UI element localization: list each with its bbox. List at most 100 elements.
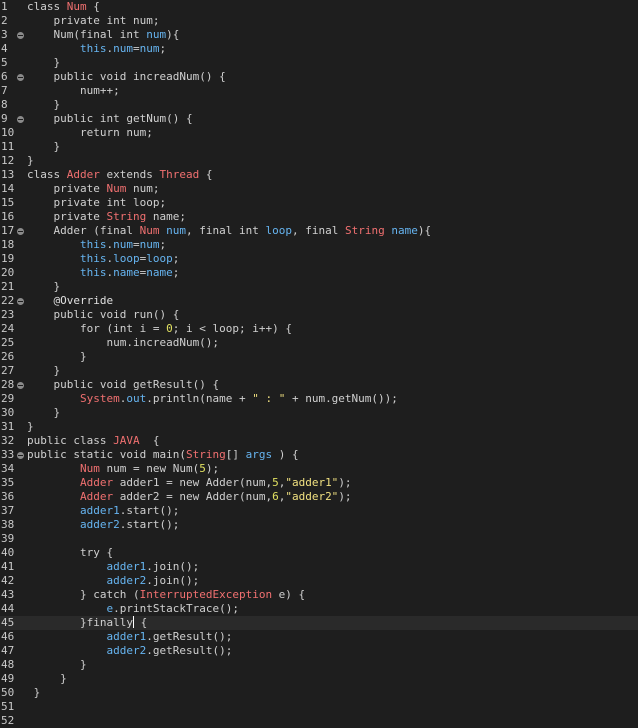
code-line[interactable]: 47 adder2.getResult(); bbox=[0, 644, 638, 658]
code-line[interactable]: 24 for (int i = 0; i < loop; i++) { bbox=[0, 322, 638, 336]
code-token: num++; bbox=[27, 84, 120, 97]
code-line[interactable]: 40 try { bbox=[0, 546, 638, 560]
code-text: num++; bbox=[27, 84, 120, 98]
fold-collapse-icon[interactable] bbox=[17, 74, 24, 81]
code-text: adder2.start(); bbox=[27, 518, 179, 532]
code-line[interactable]: 41 adder1.join(); bbox=[0, 560, 638, 574]
code-line[interactable]: 11 } bbox=[0, 140, 638, 154]
line-number: 19 bbox=[1, 252, 15, 265]
fold-collapse-icon[interactable] bbox=[17, 228, 24, 235]
code-line[interactable]: 39 bbox=[0, 532, 638, 546]
code-line[interactable]: 50 } bbox=[0, 686, 638, 700]
code-line[interactable]: 32 public class JAVA { bbox=[0, 434, 638, 448]
code-line[interactable]: 34 Num num = new Num(5); bbox=[0, 462, 638, 476]
code-line[interactable]: 4 this.num=num; bbox=[0, 42, 638, 56]
code-token: String bbox=[344, 224, 385, 237]
fold-collapse-icon[interactable] bbox=[17, 116, 24, 123]
code-text: private int loop; bbox=[27, 196, 167, 210]
line-gutter: 2 bbox=[0, 14, 26, 28]
code-line[interactable]: 46 adder1.getResult(); bbox=[0, 630, 638, 644]
code-line[interactable]: 20 this.name=name; bbox=[0, 266, 638, 280]
fold-collapse-icon[interactable] bbox=[17, 382, 24, 389]
code-line[interactable]: 19 this.loop=loop; bbox=[0, 252, 638, 266]
code-line[interactable]: 1 class Num { bbox=[0, 0, 638, 14]
code-line[interactable]: 3 Num(final int num){ bbox=[0, 28, 638, 42]
code-line[interactable]: 52 bbox=[0, 714, 638, 728]
code-line[interactable]: 12} bbox=[0, 154, 638, 168]
code-line[interactable]: 31} bbox=[0, 420, 638, 434]
fold-collapse-icon[interactable] bbox=[17, 32, 24, 39]
code-line[interactable]: 17 Adder (final Num num, final int loop,… bbox=[0, 224, 638, 238]
code-token: Num bbox=[79, 462, 100, 475]
code-editor[interactable]: 1 class Num {2 private int num; 3 Num(fina… bbox=[0, 0, 638, 728]
code-token: .join(); bbox=[146, 574, 200, 587]
code-line[interactable]: 7 num++; bbox=[0, 84, 638, 98]
code-line[interactable]: 5 } bbox=[0, 56, 638, 70]
line-gutter: 4 bbox=[0, 42, 26, 56]
code-line[interactable]: 29 System.out.println(name + " : " + num… bbox=[0, 392, 638, 406]
line-number: 38 bbox=[1, 518, 15, 531]
code-token: ; bbox=[172, 266, 180, 279]
code-line[interactable]: 36 Adder adder2 = new Adder(num,6,"adder… bbox=[0, 490, 638, 504]
code-line[interactable]: 26 } bbox=[0, 350, 638, 364]
line-gutter: 6 bbox=[0, 70, 26, 84]
code-line[interactable]: 33 public static void main(String[] args … bbox=[0, 448, 638, 462]
code-line[interactable]: 6 public void increadNum() { bbox=[0, 70, 638, 84]
code-text: class Num { bbox=[27, 0, 100, 14]
code-line[interactable]: 48 } bbox=[0, 658, 638, 672]
code-line[interactable]: 49 } bbox=[0, 672, 638, 686]
code-text: } bbox=[27, 658, 87, 672]
code-token: return bbox=[79, 126, 127, 139]
code-line[interactable]: 16 private String name; bbox=[0, 210, 638, 224]
line-number: 31 bbox=[1, 420, 15, 433]
code-token: adder1 = bbox=[113, 476, 180, 489]
line-number: 51 bbox=[1, 700, 15, 713]
code-line[interactable]: 22 @Override bbox=[0, 294, 638, 308]
code-token: [] bbox=[225, 448, 246, 461]
code-line[interactable]: 30 } bbox=[0, 406, 638, 420]
code-line[interactable]: 37 adder1.start(); bbox=[0, 504, 638, 518]
line-gutter: 26 bbox=[0, 350, 26, 364]
fold-collapse-icon[interactable] bbox=[17, 452, 24, 459]
code-line[interactable]: 44 e.printStackTrace(); bbox=[0, 602, 638, 616]
code-token: new bbox=[179, 490, 206, 503]
code-line[interactable]: 18 this.num=num; bbox=[0, 238, 638, 252]
code-line[interactable]: 35 Adder adder1 = new Adder(num,5,"adder… bbox=[0, 476, 638, 490]
line-gutter: 35 bbox=[0, 476, 26, 490]
code-text: System.out.println(name + " : " + num.ge… bbox=[27, 392, 398, 406]
code-token: main( bbox=[152, 448, 186, 461]
code-line[interactable]: 43 } catch (InterruptedException e) { bbox=[0, 588, 638, 602]
code-line[interactable]: 14 private Num num; bbox=[0, 182, 638, 196]
code-line[interactable]: 8 } bbox=[0, 98, 638, 112]
code-line[interactable]: 10 return num; bbox=[0, 126, 638, 140]
code-line[interactable]: 51 bbox=[0, 700, 638, 714]
line-number: 29 bbox=[1, 392, 15, 405]
code-line[interactable]: 15 private int loop; bbox=[0, 196, 638, 210]
code-line[interactable]: 21 } bbox=[0, 280, 638, 294]
code-line[interactable]: 28 public void getResult() { bbox=[0, 378, 638, 392]
line-number: 34 bbox=[1, 462, 15, 475]
code-line[interactable]: 13 class Adder extends Thread { bbox=[0, 168, 638, 182]
code-token: { bbox=[133, 616, 148, 629]
code-token: getNum() { bbox=[126, 112, 193, 125]
code-token: this bbox=[79, 266, 107, 279]
code-line[interactable]: 9 public int getNum() { bbox=[0, 112, 638, 126]
code-token: " : " bbox=[252, 392, 286, 405]
code-line[interactable]: 38 adder2.start(); bbox=[0, 518, 638, 532]
code-line[interactable]: 2 private int num; bbox=[0, 14, 638, 28]
code-line[interactable]: 45 }finally { bbox=[0, 616, 638, 630]
code-line[interactable]: 27 } bbox=[0, 364, 638, 378]
code-token: final bbox=[99, 224, 140, 237]
code-line[interactable]: 23 public void run() { bbox=[0, 308, 638, 322]
code-line[interactable]: 25 num.increadNum(); bbox=[0, 336, 638, 350]
code-line[interactable]: 42 adder2.join(); bbox=[0, 574, 638, 588]
line-gutter: 45 bbox=[0, 616, 26, 630]
line-gutter: 15 bbox=[0, 196, 26, 210]
code-token: , bbox=[291, 224, 306, 237]
line-gutter: 36 bbox=[0, 490, 26, 504]
code-token: ; bbox=[159, 42, 167, 55]
fold-collapse-icon[interactable] bbox=[17, 298, 24, 305]
